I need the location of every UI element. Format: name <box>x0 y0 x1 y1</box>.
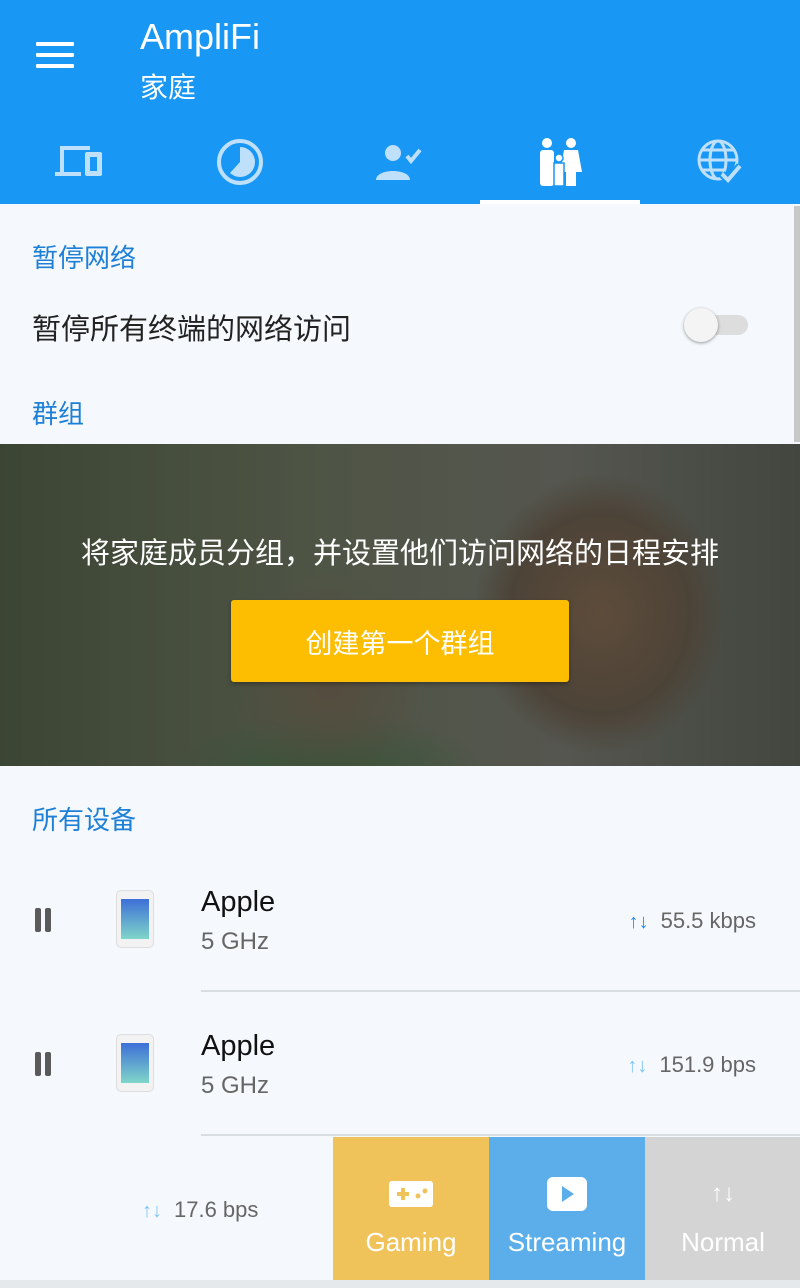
device-name: Apple <box>201 886 276 918</box>
gamepad-icon <box>389 1181 433 1207</box>
device-name: Apple <box>201 1030 276 1062</box>
pause-icon[interactable] <box>35 1052 51 1076</box>
tab-internet[interactable] <box>640 120 800 204</box>
bottom-bar <box>0 1280 800 1288</box>
phone-icon <box>116 890 154 948</box>
device-band: 5 GHz <box>201 928 270 955</box>
section-pause-network: 暂停网络 <box>32 243 137 273</box>
devices-icon <box>55 146 102 176</box>
pause-icon[interactable] <box>35 908 51 932</box>
up-down-arrows-icon: ↑↓ <box>628 911 649 933</box>
create-group-button[interactable]: 创建第一个群组 <box>231 600 569 682</box>
app-header: AmpliFi 家庭 <box>0 0 800 204</box>
internet-check-icon <box>697 139 744 186</box>
device-rate: ↑↓ 55.5 kbps <box>628 908 756 933</box>
up-down-arrows-icon: ↑↓ <box>711 1180 735 1207</box>
play-icon <box>547 1177 587 1211</box>
section-groups: 群组 <box>32 399 85 429</box>
up-down-arrows-icon: ↑↓ <box>627 1055 648 1077</box>
tab-devices[interactable] <box>0 120 160 204</box>
section-all-devices: 所有设备 <box>32 805 137 835</box>
qos-label: Streaming <box>507 1227 627 1257</box>
qos-gaming-button[interactable]: Gaming <box>333 1137 489 1280</box>
app-title: AmpliFi <box>140 16 261 57</box>
device-row[interactable]: Apple 5 GHz ↑↓ 55.5 kbps <box>0 848 800 991</box>
tab-bar <box>0 120 800 204</box>
device-band: 5 GHz <box>201 1072 270 1099</box>
user-check-icon <box>376 145 422 180</box>
tab-family[interactable] <box>480 120 640 204</box>
family-icon <box>540 138 582 186</box>
usage-clock-icon <box>217 139 263 185</box>
qos-label: Normal <box>681 1227 765 1257</box>
qos-label: Gaming <box>365 1227 457 1257</box>
phone-icon <box>116 1034 154 1092</box>
groups-banner: 将家庭成员分组，并设置他们访问网络的日程安排 创建第一个群组 <box>0 444 800 766</box>
hamburger-menu-icon[interactable] <box>36 42 74 68</box>
qos-normal-button[interactable]: ↑↓ Normal <box>645 1137 800 1280</box>
device-rate: ↑↓ 17.6 bps <box>142 1197 259 1222</box>
pause-all-label: 暂停所有终端的网络访问 <box>32 314 352 346</box>
page-subtitle: 家庭 <box>140 72 197 103</box>
tab-users[interactable] <box>320 120 480 204</box>
up-down-arrows-icon: ↑↓ <box>142 1200 162 1222</box>
scrollbar[interactable] <box>794 206 800 442</box>
tab-usage[interactable] <box>160 120 320 204</box>
divider <box>201 1134 800 1136</box>
banner-text: 将家庭成员分组，并设置他们访问网络的日程安排 <box>80 538 719 570</box>
device-rate: ↑↓ 151.9 bps <box>627 1052 756 1077</box>
qos-streaming-button[interactable]: Streaming <box>489 1137 645 1280</box>
pause-all-toggle[interactable] <box>684 308 748 342</box>
device-row[interactable]: Apple 5 GHz ↑↓ 151.9 bps <box>0 992 800 1135</box>
